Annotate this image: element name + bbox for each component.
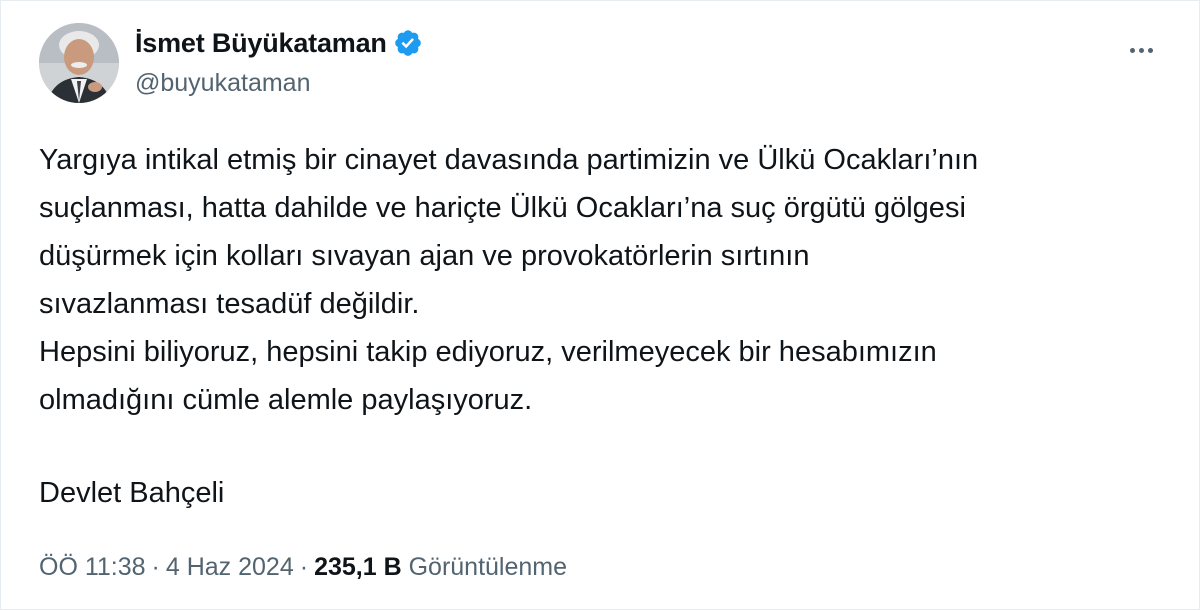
more-horizontal-icon-dot [1147, 47, 1153, 53]
tweet-header: İsmet Büyükataman @buyukataman [39, 23, 1175, 107]
avatar[interactable] [39, 23, 119, 103]
meta-separator: · [299, 553, 309, 581]
profile-photo [39, 23, 119, 103]
user-info: İsmet Büyükataman @buyukataman [135, 27, 423, 98]
meta-separator: · [151, 553, 160, 581]
tweet-time[interactable]: ÖÖ 11:38 [39, 553, 146, 581]
tweet-meta: ÖÖ 11:38 · 4 Haz 2024 · 235,1 B Görüntülenme [39, 549, 567, 585]
tweet-text-line: olmadığını cümle alemle paylaşıyoruz. [39, 384, 533, 416]
user-handle[interactable]: @buyukataman [135, 69, 423, 98]
tweet-text-line: Yargıya intikal etmiş bir cinayet davası… [39, 144, 979, 176]
tweet-text-line: suçlanması, hatta dahilde ve hariçte Ülk… [39, 192, 966, 224]
name-row: İsmet Büyükataman [135, 27, 423, 59]
tweet-signature: Devlet Bahçeli [39, 477, 225, 509]
tweet-text: Yargıya intikal etmiş bir cinayet davası… [39, 136, 1169, 424]
views-count: 235,1 B [314, 553, 402, 581]
more-horizontal-icon-dot [1138, 47, 1144, 53]
display-name[interactable]: İsmet Büyükataman [135, 28, 387, 59]
verified-badge-icon[interactable] [393, 28, 423, 58]
tweet-date[interactable]: 4 Haz 2024 [166, 553, 294, 581]
tweet-text-line: Hepsini biliyoruz, hepsini takip ediyoru… [39, 336, 937, 368]
more-options-button[interactable] [1121, 35, 1161, 65]
tweet-text-line: düşürmek için kolları sıvayan ajan ve pr… [39, 240, 810, 272]
tweet-card: İsmet Büyükataman @buyukataman Yargıya i… [0, 0, 1200, 610]
tweet-text-line: sıvazlanması tesadüf değildir. [39, 288, 420, 320]
more-horizontal-icon [1129, 47, 1135, 53]
views-label: Görüntülenme [408, 553, 568, 581]
